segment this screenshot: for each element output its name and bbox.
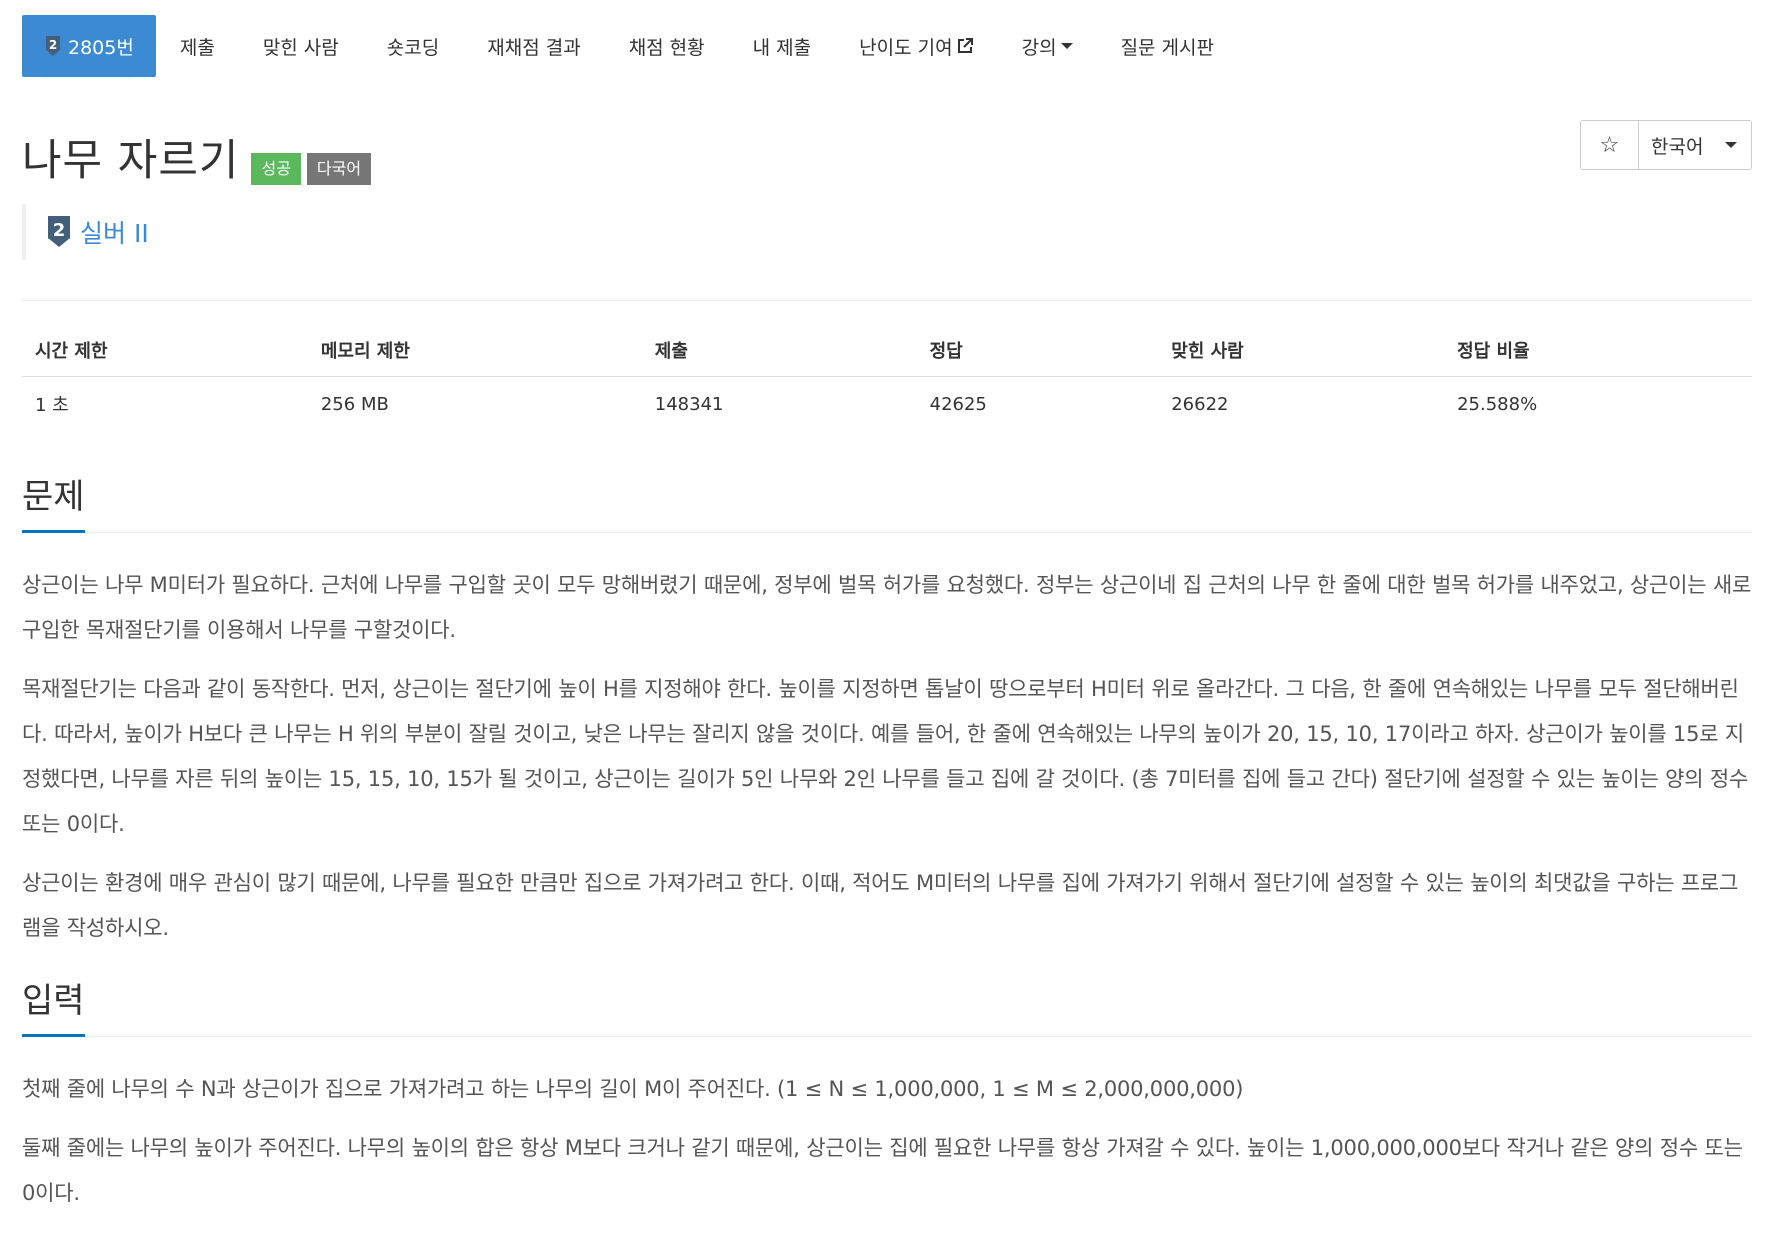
header-submissions: 제출 [641, 325, 917, 377]
nav-my-submissions-label: 내 제출 [752, 36, 812, 59]
status-badge-multilingual: 다국어 [306, 153, 372, 185]
value-memory-limit: 256 MB [320, 393, 389, 415]
divider [22, 300, 1752, 301]
value-submissions: 148341 [654, 393, 724, 415]
value-accept-rate: 25.588% [1457, 393, 1538, 415]
input-paragraph: 둘째 줄에는 나무의 높이가 주어진다. 나무의 높이의 합은 항상 M보다 크… [22, 1136, 1743, 1205]
language-select-value: 한국어 [1651, 135, 1704, 158]
input-section-title: 입력 [22, 973, 85, 1037]
tier-label[interactable]: 실버 II [80, 214, 149, 250]
page: 2 2805번 제출 맞힌 사람 숏코딩 재채점 결과 채점 현황 내 제출 난… [0, 0, 1774, 1260]
nav-problem-number-label: 2805번 [68, 36, 134, 59]
header-time-limit: 시간 제한 [22, 325, 308, 377]
svg-text:2: 2 [49, 38, 57, 52]
nav-solvers-label: 맞힌 사람 [262, 36, 339, 59]
nav-lectures-dropdown[interactable]: 강의 [998, 15, 1097, 77]
status-badge-success: 성공 [251, 153, 301, 185]
problem-paragraph: 상근이는 나무 M미터가 필요하다. 근처에 나무를 구입할 곳이 모두 망해버… [22, 573, 1752, 642]
nav-problem-number[interactable]: 2 2805번 [22, 15, 156, 77]
input-section-header: 입력 [22, 973, 1752, 1037]
problem-paragraph: 목재절단기는 다음과 같이 동작한다. 먼저, 상근이는 절단기에 높이 H를 … [22, 677, 1749, 836]
language-select[interactable]: 한국어 [1639, 121, 1751, 169]
caret-down-icon [1725, 142, 1738, 148]
problem-section-header: 문제 [22, 469, 1752, 533]
caret-down-icon [1060, 43, 1073, 49]
nav-question-board-label: 질문 게시판 [1120, 36, 1215, 59]
value-accepted: 42625 [929, 393, 987, 415]
problem-info-table: 시간 제한 메모리 제한 제출 정답 맞힌 사람 정답 비율 1 초 256 M… [22, 325, 1752, 429]
external-link-icon [957, 38, 973, 53]
problem-nav: 2 2805번 제출 맞힌 사람 숏코딩 재채점 결과 채점 현황 내 제출 난… [22, 0, 1752, 77]
header-solvers: 맞힌 사람 [1158, 325, 1445, 377]
nav-difficulty-contribution-label: 난이도 기여 [859, 36, 953, 59]
nav-lectures-label: 강의 [1021, 36, 1057, 59]
header-accept-rate: 정답 비율 [1444, 325, 1752, 377]
nav-my-submissions[interactable]: 내 제출 [729, 15, 835, 77]
value-solvers: 26622 [1171, 393, 1229, 415]
table-header-row: 시간 제한 메모리 제한 제출 정답 맞힌 사람 정답 비율 [22, 325, 1752, 377]
nav-status[interactable]: 채점 현황 [605, 15, 729, 77]
nav-difficulty-contribution[interactable]: 난이도 기여 [835, 15, 997, 77]
nav-submit-label: 제출 [179, 36, 215, 59]
nav-short-coding-label: 숏코딩 [386, 36, 440, 59]
header-accepted: 정답 [916, 325, 1159, 377]
problem-paragraph: 상근이는 환경에 매우 관심이 많기 때문에, 나무를 필요한 만큼만 집으로 … [22, 871, 1739, 940]
nav-question-board[interactable]: 질문 게시판 [1097, 15, 1238, 77]
problem-header: 나무 자르기 성공 다국어 ☆ 한국어 [22, 120, 1752, 186]
value-time-limit: 1 초 [35, 395, 69, 416]
table-row: 1 초 256 MB 148341 42625 26622 25.588% [22, 377, 1752, 430]
star-icon: ☆ [1599, 132, 1620, 158]
problem-tier: 2 실버 II [22, 204, 1752, 260]
page-title: 나무 자르기 [22, 136, 240, 186]
silver-tier-icon: 2 [47, 216, 71, 249]
nav-rejudge-result-label: 재채점 결과 [487, 36, 581, 59]
header-controls: ☆ 한국어 [1580, 120, 1752, 170]
nav-short-coding[interactable]: 숏코딩 [363, 15, 463, 77]
nav-solvers[interactable]: 맞힌 사람 [239, 15, 363, 77]
svg-text:2: 2 [53, 220, 66, 241]
nav-submit[interactable]: 제출 [156, 15, 239, 77]
input-paragraph: 첫째 줄에 나무의 수 N과 상근이가 집으로 가져가려고 하는 나무의 길이 … [22, 1077, 1244, 1101]
nav-status-label: 채점 현황 [628, 36, 705, 59]
silver-tier-icon: 2 [46, 36, 60, 56]
nav-rejudge-result[interactable]: 재채점 결과 [463, 15, 604, 77]
header-memory-limit: 메모리 제한 [307, 325, 642, 377]
favorite-button[interactable]: ☆ [1581, 121, 1639, 169]
problem-section-title: 문제 [22, 469, 85, 533]
